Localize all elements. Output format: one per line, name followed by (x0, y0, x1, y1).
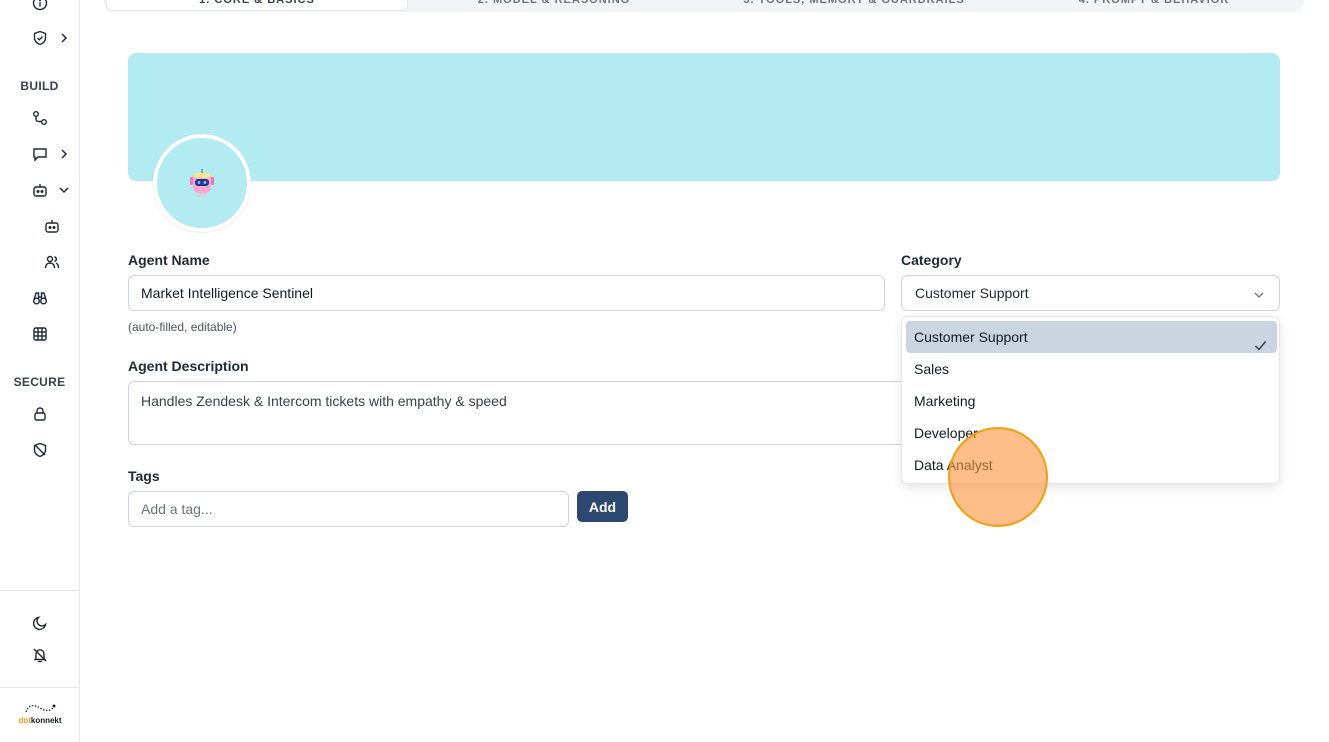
step-tabs: 1. CORE & BASICS 2. MODEL & REASONING 3.… (104, 0, 1304, 12)
robot-sub-icon[interactable] (44, 218, 60, 234)
bell-off-icon[interactable] (32, 647, 48, 663)
users-icon[interactable] (44, 254, 60, 270)
agent-name-input[interactable] (128, 275, 885, 311)
category-label: Category (901, 252, 962, 268)
robot-avatar-icon (190, 169, 214, 197)
tab-tools-memory-guardrails[interactable]: 3. TOOLS, MEMORY & GUARDRAILS (704, 0, 1004, 10)
check-icon (1254, 331, 1267, 351)
workflow-icon[interactable] (32, 110, 48, 126)
category-option-sales[interactable]: Sales (906, 353, 1277, 385)
logo-mark-icon (25, 704, 56, 713)
sidebar: BUILD SECURE dotkonnekt (0, 0, 80, 742)
chevron-down-icon[interactable] (59, 185, 69, 195)
robot-icon[interactable] (32, 182, 48, 198)
category-selected-value: Customer Support (915, 285, 1029, 301)
tab-core-basics[interactable]: 1. CORE & BASICS (106, 0, 408, 11)
agent-avatar[interactable] (153, 134, 251, 232)
click-indicator (948, 427, 1048, 527)
tab-prompt-behavior[interactable]: 4. PROMPT & BEHAVIOR (1024, 0, 1284, 10)
sidebar-divider (0, 590, 79, 591)
agent-description-label: Agent Description (128, 358, 249, 374)
category-select[interactable]: Customer Support (901, 275, 1280, 311)
logo-text: dotkonnekt (18, 716, 62, 725)
agent-name-hint: (auto-filled, editable) (128, 320, 237, 334)
category-option-marketing[interactable]: Marketing (906, 385, 1277, 417)
chevron-right-icon[interactable] (59, 33, 69, 43)
tab-model-reasoning[interactable]: 2. MODEL & REASONING (414, 0, 694, 10)
tag-input[interactable] (128, 491, 569, 527)
binoculars-icon[interactable] (32, 290, 48, 306)
category-option-customer-support[interactable]: Customer Support (906, 321, 1277, 353)
info-icon[interactable] (32, 0, 48, 11)
sidebar-divider (0, 687, 79, 688)
chevron-right-icon[interactable] (59, 149, 69, 159)
add-tag-button[interactable]: Add (577, 491, 628, 522)
shield-off-icon[interactable] (32, 442, 48, 458)
section-build: BUILD (20, 79, 59, 93)
chevron-down-icon (1253, 288, 1265, 300)
chat-icon[interactable] (32, 146, 48, 162)
agent-name-label: Agent Name (128, 252, 210, 268)
profile-banner[interactable] (128, 53, 1280, 181)
table-grid-icon[interactable] (32, 326, 48, 342)
tags-label: Tags (128, 468, 160, 484)
dotkonnekt-logo: dotkonnekt (14, 702, 66, 732)
lock-icon[interactable] (32, 406, 48, 422)
section-secure: SECURE (13, 375, 66, 389)
moon-icon[interactable] (32, 615, 48, 631)
shield-check-icon[interactable] (32, 30, 48, 46)
